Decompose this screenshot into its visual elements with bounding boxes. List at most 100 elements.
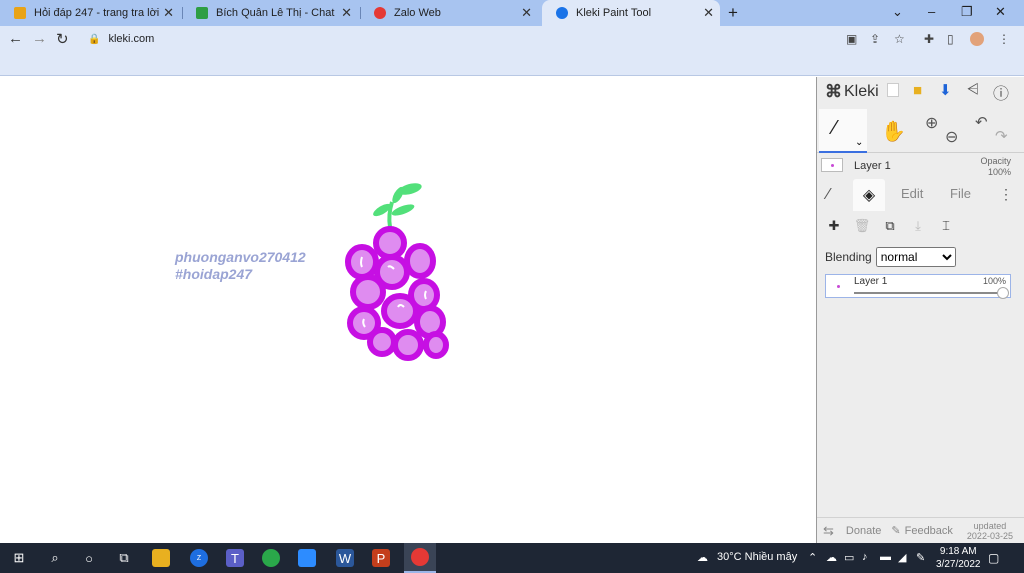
tab-brush[interactable]: ⁄ — [827, 186, 830, 204]
tab-hoidap[interactable]: Hỏi đáp 247 - trang tra lời ✕ — [0, 0, 180, 26]
chevron-up-icon[interactable]: ⌃ — [808, 551, 817, 564]
menu-dots-icon[interactable]: ⋮ — [998, 32, 1010, 46]
clock-time: 9:18 AM — [939, 546, 977, 557]
feedback-icon: ✎ — [891, 525, 901, 537]
slider-handle[interactable] — [997, 287, 1009, 299]
feedback-link[interactable]: Feedback — [905, 525, 953, 537]
chat-favicon-icon — [196, 7, 208, 19]
updated-label: updated — [973, 520, 1007, 531]
close-icon[interactable]: ✕ — [341, 5, 352, 21]
share-icon[interactable]: ⇪ — [870, 32, 880, 46]
tab-title: Zalo Web — [394, 7, 441, 19]
search-icon[interactable]: ⌕ — [46, 549, 64, 567]
more-menu-icon[interactable]: ⋮ — [999, 186, 1013, 203]
donate-link[interactable]: Donate — [846, 525, 881, 537]
onedrive-icon[interactable]: ☁ — [826, 551, 837, 564]
meet-now-icon[interactable]: ▭ — [844, 551, 854, 564]
grape-bunch — [345, 226, 449, 361]
tab-title: Kleki Paint Tool — [576, 7, 652, 19]
minimize-button[interactable]: – — [928, 4, 935, 19]
profile-avatar[interactable] — [970, 32, 984, 46]
tab-kleki[interactable]: Kleki Paint Tool ✕ — [542, 0, 720, 26]
side-panel-icon[interactable]: ▯ — [947, 32, 954, 46]
tab-zalo[interactable]: Zalo Web ✕ — [360, 0, 538, 26]
zalo-favicon-icon — [374, 7, 386, 19]
cortana-icon[interactable]: ○ — [80, 549, 98, 567]
powerpoint-icon[interactable]: P — [372, 549, 390, 567]
close-icon[interactable]: ✕ — [703, 5, 714, 21]
teams-icon[interactable]: T — [226, 549, 244, 567]
add-layer-button[interactable]: ✚ — [823, 215, 845, 237]
notification-icon[interactable]: ▢ — [988, 551, 999, 565]
layer-list-item[interactable]: Layer 1 100% — [825, 274, 1011, 299]
maximize-button[interactable]: ❐ — [961, 4, 973, 20]
task-view-icon[interactable]: ⧉ — [115, 549, 133, 567]
clock-date: 3/27/2022 — [936, 559, 981, 570]
brush-icon: ⁄ — [833, 117, 837, 139]
tab-search-icon[interactable]: ⌄ — [892, 4, 903, 20]
zoom-in-icon[interactable]: ⊕ — [925, 113, 938, 133]
active-layer-indicator: Layer 1 Opacity 100% — [817, 155, 1024, 177]
zalo-app-icon[interactable]: Z — [190, 549, 208, 567]
address-bar[interactable]: 🔒 kleki.com — [80, 29, 838, 49]
help-icon[interactable]: ⓘ — [993, 80, 1009, 104]
layer-actions: ✚ 🗑 ⧉ ⤓ ⌶ — [823, 215, 957, 237]
download-icon[interactable]: ⬇ — [939, 81, 952, 99]
layer-opacity-slider[interactable] — [854, 287, 1009, 299]
back-button[interactable]: ← — [8, 30, 23, 47]
delete-layer-button[interactable]: 🗑 — [851, 215, 873, 237]
watermark-tag: #hoidap247 — [175, 266, 253, 282]
updated-date: 2022-03-25 — [966, 530, 1013, 541]
close-icon[interactable]: ✕ — [521, 5, 532, 21]
tab-edit[interactable]: Edit — [901, 186, 923, 201]
forward-button[interactable]: → — [32, 30, 47, 47]
windows-start-icon[interactable]: ⊞ — [10, 549, 28, 567]
bookmarks-bar — [0, 52, 1024, 76]
extensions-icon[interactable]: ✚ — [924, 32, 934, 46]
opacity-value: 100% — [987, 167, 1011, 177]
merge-layer-button[interactable]: ⤓ — [907, 215, 929, 237]
undo-icon[interactable]: ↶ — [975, 113, 988, 131]
chrome-icon[interactable] — [262, 549, 280, 567]
layer-opacity: 100% — [982, 276, 1006, 286]
tab-file[interactable]: File — [950, 186, 971, 201]
rename-layer-button[interactable]: ⌶ — [935, 215, 957, 237]
weather-cloud-icon: ☁ — [697, 552, 708, 564]
word-icon[interactable]: W — [336, 549, 354, 567]
wifi-icon[interactable]: ◢ — [898, 551, 906, 564]
file-explorer-icon[interactable] — [152, 549, 170, 567]
duplicate-layer-button[interactable]: ⧉ — [879, 215, 901, 237]
new-tab-button[interactable]: + — [728, 3, 738, 23]
windows-taskbar: ⊞ ⌕ ○ ⧉ Z T W P ☁ 30°C Nhiều mây ⌃ ☁ ▭ ♪… — [0, 543, 1024, 573]
new-image-icon[interactable] — [887, 83, 899, 97]
redo-icon[interactable]: ↷ — [995, 127, 1008, 145]
bookmark-star-icon[interactable]: ☆ — [894, 32, 905, 46]
kleki-side-panel: ⌘ Kleki ■ ⬇ ⩤ ⓘ ⁄ ⌄ ✋ ⊕ ⊖ ↶ ↷ Layer 1 Op… — [816, 77, 1024, 543]
battery-icon[interactable]: ▬ — [880, 551, 891, 563]
brush-tool-button[interactable]: ⁄ ⌄ — [819, 109, 867, 153]
toggle-side-icon[interactable]: ⇆ — [823, 523, 834, 539]
input-method-icon[interactable]: ✎ — [916, 551, 925, 564]
url-text: kleki.com — [108, 33, 155, 45]
tab-chat[interactable]: Bích Quân Lê Thị - Chat ✕ — [182, 0, 358, 26]
weather-text[interactable]: 30°C Nhiều mây — [717, 551, 797, 563]
clock[interactable]: 9:18 AM 3/27/2022 — [936, 545, 981, 571]
share-icon[interactable]: ⩤ — [967, 81, 979, 98]
hand-tool-icon[interactable]: ✋ — [881, 119, 906, 144]
lock-icon: 🔒 — [88, 33, 101, 45]
close-icon[interactable]: ✕ — [163, 5, 174, 21]
reload-button[interactable]: ↻ — [56, 30, 69, 48]
grape-leaves — [373, 183, 422, 228]
layer-name: Layer 1 — [854, 276, 888, 287]
active-chrome-taskbar-item[interactable] — [404, 543, 436, 573]
zoom-out-icon[interactable]: ⊖ — [945, 127, 958, 147]
zoom-app-icon[interactable] — [298, 549, 316, 567]
window-close-button[interactable]: ✕ — [995, 4, 1006, 20]
translate-icon[interactable]: ▣ — [846, 32, 857, 46]
paint-canvas[interactable]: phuonganvo270412 #hoidap247 — [0, 77, 816, 543]
volume-icon[interactable]: ♪ — [862, 551, 868, 563]
chevron-down-icon[interactable]: ⌄ — [855, 137, 863, 148]
folder-icon[interactable]: ■ — [913, 82, 922, 99]
blending-select[interactable]: normal — [875, 247, 956, 267]
tab-layers[interactable]: ◈ — [853, 179, 885, 211]
